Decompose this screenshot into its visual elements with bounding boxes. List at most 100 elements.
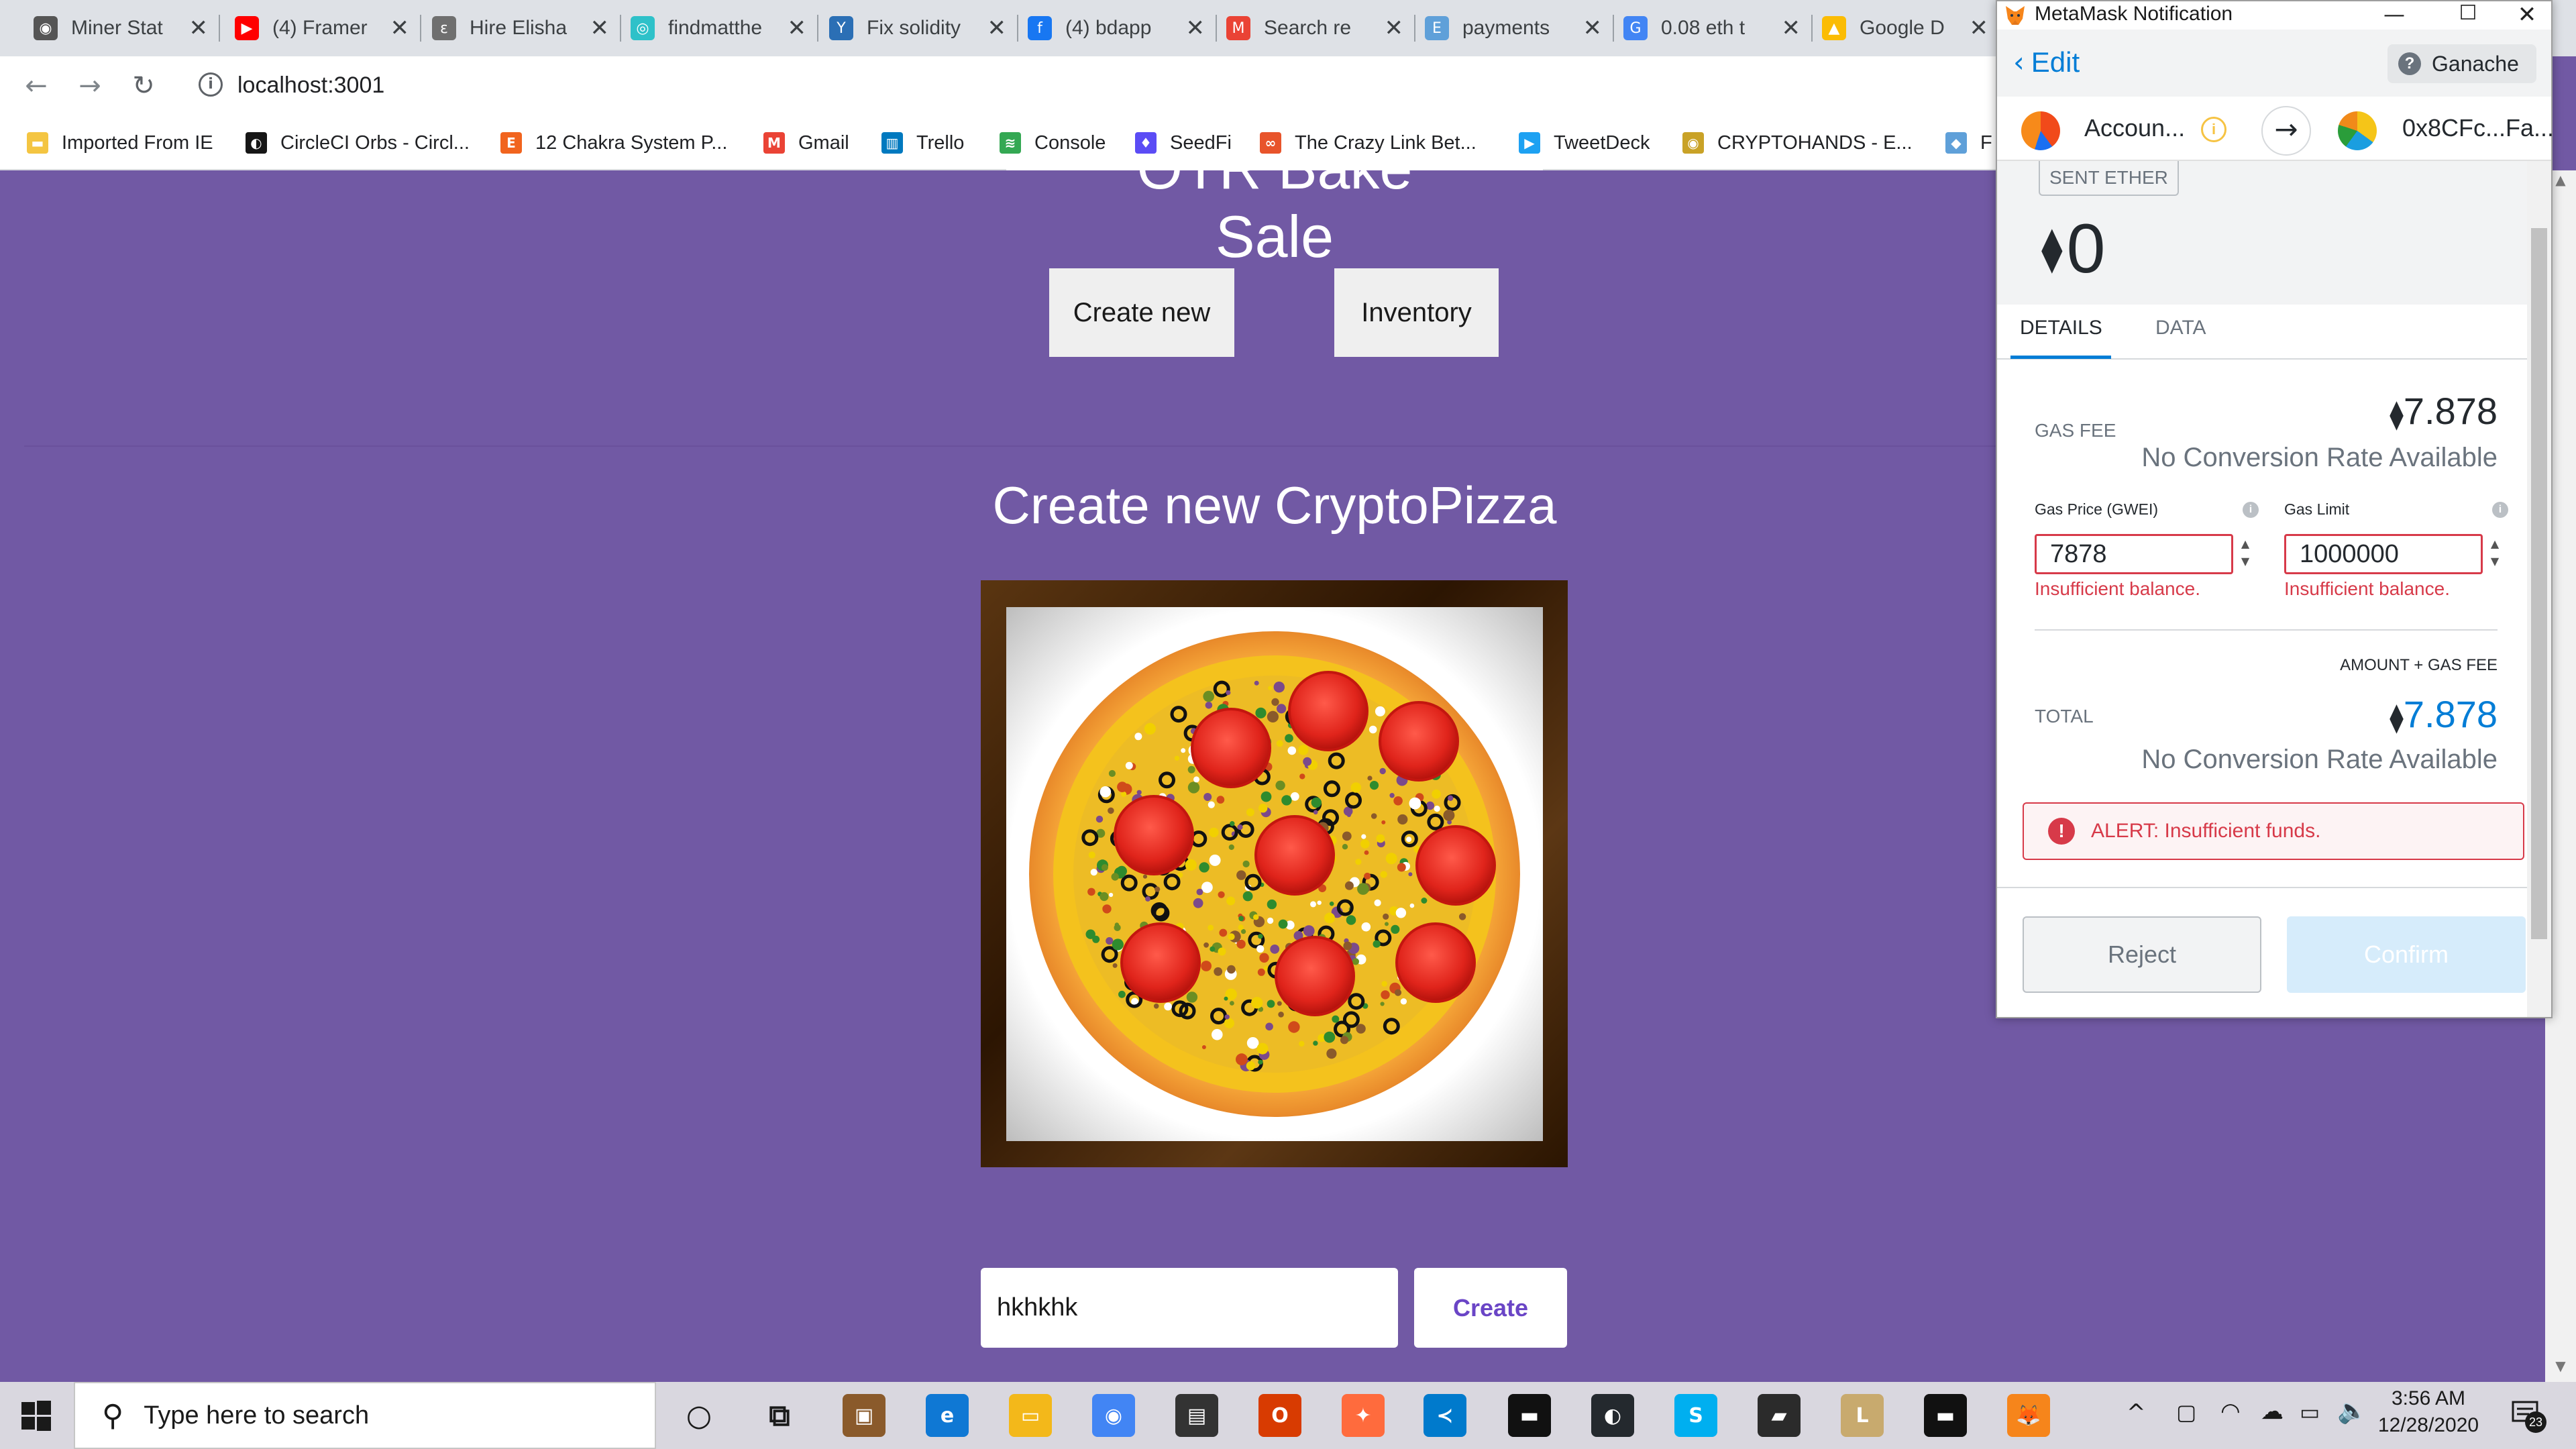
bookmark-item[interactable]: ∞ The Crazy Link Bet...: [1260, 126, 1477, 160]
gas-limit-stepper[interactable]: ▲ ▼: [2485, 535, 2504, 573]
browser-tab[interactable]: ε Hire Elisha ✕: [423, 0, 621, 56]
minimize-button[interactable]: —: [2374, 1, 2414, 30]
terminal-icon[interactable]: ▬: [1508, 1394, 1551, 1437]
gas-limit-info-icon[interactable]: i: [2492, 502, 2508, 518]
metamask-icon[interactable]: 🦊: [2007, 1394, 2050, 1437]
bookmark-item[interactable]: ▬ Imported From IE: [27, 126, 213, 160]
sticky-notes-icon[interactable]: ▰: [1758, 1394, 1801, 1437]
device-icon[interactable]: ▢: [2176, 1399, 2196, 1425]
topping: [1268, 686, 1273, 690]
warning-info-icon[interactable]: i: [2201, 117, 2226, 142]
store-icon[interactable]: ▤: [1175, 1394, 1218, 1437]
browser-tab[interactable]: ◎ findmatthe ✕: [621, 0, 818, 56]
gas-price-input[interactable]: 7878: [2035, 534, 2233, 574]
volume-icon[interactable]: 🔈: [2337, 1397, 2367, 1425]
close-tab-icon[interactable]: ✕: [1583, 15, 1603, 42]
cortana-icon[interactable]: ○: [678, 1394, 720, 1437]
forward-button[interactable]: →: [70, 66, 110, 106]
network-selector[interactable]: ? Ganache: [2387, 44, 2536, 83]
show-hidden-icons-chevron-icon[interactable]: ^: [2127, 1399, 2146, 1426]
gas-price-info-icon[interactable]: i: [2243, 502, 2259, 518]
bookmark-item[interactable]: ◆ F: [1945, 126, 1992, 160]
scroll-up-arrow-icon[interactable]: ▲: [2551, 172, 2571, 192]
bookmark-item[interactable]: ◐ CircleCI Orbs - Circl...: [246, 126, 470, 160]
confirm-button[interactable]: Confirm: [2287, 916, 2526, 993]
browser-tab[interactable]: ▶ (4) Framer ✕: [225, 0, 421, 56]
site-info-icon[interactable]: i: [199, 72, 223, 97]
edge-icon[interactable]: e: [926, 1394, 969, 1437]
windows-start-icon[interactable]: [20, 1399, 52, 1432]
close-tab-icon[interactable]: ✕: [788, 15, 807, 42]
browser-tab[interactable]: ▲ Google D ✕: [1813, 0, 2000, 56]
close-tab-icon[interactable]: ✕: [189, 15, 209, 42]
close-tab-icon[interactable]: ✕: [1970, 15, 1989, 42]
app-box-icon[interactable]: ▣: [843, 1394, 885, 1437]
inventory-button[interactable]: Inventory: [1334, 268, 1499, 357]
bookmark-item[interactable]: ≋ Console: [1000, 126, 1106, 160]
close-tab-icon[interactable]: ✕: [1186, 15, 1205, 42]
wifi-icon[interactable]: ◠: [2220, 1398, 2241, 1425]
taskbar-search-box[interactable]: ⚲ Type here to search: [74, 1382, 656, 1449]
task-view-icon[interactable]: ⧉: [758, 1394, 801, 1437]
metamask-scroll-thumb[interactable]: [2531, 228, 2547, 939]
topping: [1383, 913, 1389, 920]
notification-center-icon[interactable]: 23: [2509, 1395, 2546, 1433]
close-tab-icon[interactable]: ✕: [1385, 15, 1404, 42]
bookmark-item[interactable]: ▶ TweetDeck: [1519, 126, 1650, 160]
browser-tab[interactable]: Epayments ✕: [1415, 0, 1614, 56]
edit-link[interactable]: ‹ Edit: [2013, 46, 2080, 78]
github-icon[interactable]: ◐: [1591, 1394, 1634, 1437]
browser-tab[interactable]: f (4) bdapp ✕: [1018, 0, 1217, 56]
onedrive-icon[interactable]: ☁: [2261, 1398, 2284, 1425]
maximize-button[interactable]: ☐: [2448, 1, 2488, 30]
bookmark-item[interactable]: ♦ SeedFi: [1135, 126, 1232, 160]
topping: [1299, 1040, 1305, 1047]
league-icon[interactable]: L: [1841, 1394, 1884, 1437]
topping: [1224, 996, 1228, 1001]
browser-tab[interactable]: M Search re ✕: [1217, 0, 1415, 56]
topping: [1381, 820, 1386, 824]
bookmark-label: Gmail: [798, 131, 849, 154]
browser-tab[interactable]: ◉ Miner Stat ✕: [24, 0, 220, 56]
topping: [1208, 924, 1214, 931]
bookmark-item[interactable]: E 12 Chakra System P...: [500, 126, 727, 160]
close-tab-icon[interactable]: ✕: [390, 15, 410, 42]
reject-button[interactable]: Reject: [2023, 916, 2261, 993]
file-explorer-icon[interactable]: ▭: [1009, 1394, 1052, 1437]
vscode-icon[interactable]: ≺: [1424, 1394, 1466, 1437]
tab-details[interactable]: DETAILS: [2020, 317, 2102, 339]
account-name[interactable]: Accoun...: [2084, 114, 2185, 142]
bookmark-icon: ◆: [1945, 132, 1967, 154]
close-tab-icon[interactable]: ✕: [1782, 15, 1801, 42]
bookmark-item[interactable]: M Gmail: [763, 126, 849, 160]
gas-price-stepper[interactable]: ▲ ▼: [2236, 535, 2255, 573]
tab-data[interactable]: DATA: [2155, 317, 2206, 339]
bookmark-item[interactable]: ▥ Trello: [881, 126, 964, 160]
cmd-icon[interactable]: ▬: [1924, 1394, 1967, 1437]
recipient-address[interactable]: 0x8CFc...Fa...: [2402, 114, 2554, 142]
gas-limit-input[interactable]: 1000000: [2284, 534, 2483, 574]
close-tab-icon[interactable]: ✕: [590, 15, 610, 42]
browser-tab[interactable]: G 0.08 eth t ✕: [1614, 0, 1813, 56]
topping: [1208, 801, 1215, 808]
gaming-icon[interactable]: ✦: [1342, 1394, 1385, 1437]
back-button[interactable]: ←: [16, 66, 56, 106]
close-tab-icon[interactable]: ✕: [987, 15, 1007, 42]
bookmark-item[interactable]: ◉ CRYPTOHANDS - E...: [1682, 126, 1913, 160]
reload-button[interactable]: ↻: [123, 66, 164, 106]
chrome-icon[interactable]: ◉: [1092, 1394, 1135, 1437]
metamask-scrollbar[interactable]: [2527, 161, 2551, 1017]
topping: [1344, 881, 1354, 890]
address-field[interactable]: localhost:3001: [237, 72, 384, 99]
clock[interactable]: 3:56 AM 12/28/2020: [2368, 1387, 2489, 1437]
browser-tab[interactable]: Y Fix solidity ✕: [820, 0, 1018, 56]
pizza-name-input[interactable]: [981, 1268, 1398, 1348]
gas-fee-conversion: No Conversion Rate Available: [2141, 443, 2498, 472]
battery-icon[interactable]: ▭: [2300, 1399, 2320, 1425]
skype-icon[interactable]: S: [1674, 1394, 1717, 1437]
create-pizza-button[interactable]: Create: [1414, 1268, 1567, 1348]
close-window-button[interactable]: ✕: [2507, 1, 2547, 30]
create-new-button[interactable]: Create new: [1049, 268, 1234, 357]
scroll-down-arrow-icon[interactable]: ▼: [2551, 1358, 2571, 1378]
office-icon[interactable]: O: [1258, 1394, 1301, 1437]
